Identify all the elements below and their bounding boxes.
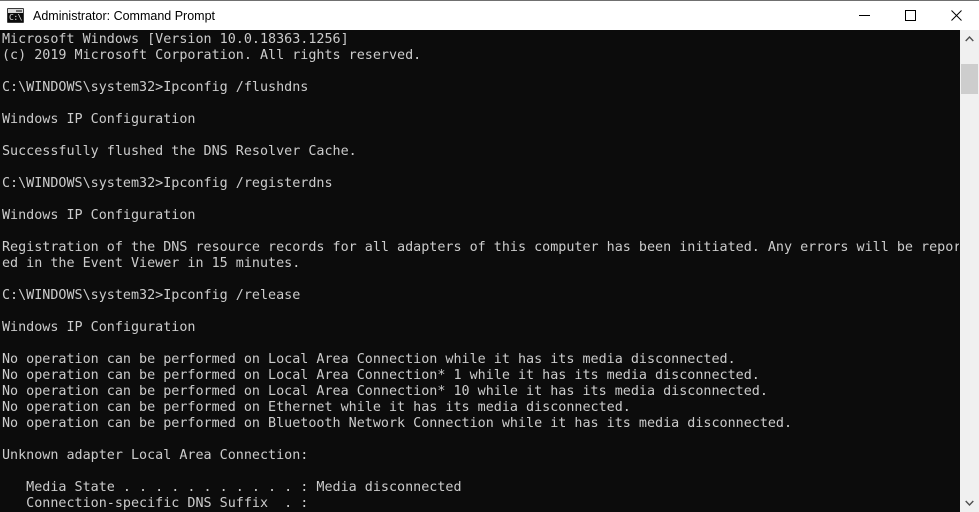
console-output-text: Microsoft Windows [Version 10.0.18363.12… — [2, 32, 959, 512]
cmd-console-icon: C:\. — [7, 8, 24, 23]
console-line: Media State . . . . . . . . . . . : Medi… — [2, 480, 462, 495]
command-prompt-window: C:\. Administrator: Command Prompt — [0, 0, 979, 512]
console-line: No operation can be performed on Etherne… — [2, 400, 631, 415]
minimize-button[interactable] — [841, 1, 887, 30]
minimize-icon — [858, 15, 870, 16]
console-line: C:\WINDOWS\system32>Ipconfig /release — [2, 288, 301, 303]
scrollbar-track[interactable] — [960, 48, 979, 494]
scrollbar-thumb[interactable] — [961, 64, 978, 94]
console-line: Connection-specific DNS Suffix . : — [2, 496, 309, 511]
scroll-up-button[interactable] — [960, 30, 979, 48]
chevron-up-icon — [965, 36, 974, 42]
console-line: Windows IP Configuration — [2, 208, 196, 223]
console-line: ed in the Event Viewer in 15 minutes. — [2, 256, 301, 271]
window-title: Administrator: Command Prompt — [33, 8, 216, 23]
console-line: No operation can be performed on Local A… — [2, 368, 760, 383]
icon-prompt-glyph: C:\. — [9, 13, 23, 22]
console-line: Microsoft Windows [Version 10.0.18363.12… — [2, 32, 349, 47]
console-line: C:\WINDOWS\system32>Ipconfig /flushdns — [2, 80, 309, 95]
close-button[interactable] — [933, 1, 979, 30]
vertical-scrollbar[interactable] — [959, 30, 979, 512]
title-bar-left: C:\. Administrator: Command Prompt — [0, 1, 841, 30]
console-line: No operation can be performed on Local A… — [2, 384, 768, 399]
maximize-button[interactable] — [887, 1, 933, 30]
console-line: Registration of the DNS resource records… — [2, 240, 959, 255]
console-line: No operation can be performed on Local A… — [2, 352, 736, 367]
console-output-region[interactable]: Microsoft Windows [Version 10.0.18363.12… — [0, 30, 959, 512]
maximize-icon — [904, 10, 916, 21]
console-line: Windows IP Configuration — [2, 112, 196, 127]
terminal-area: Microsoft Windows [Version 10.0.18363.12… — [0, 30, 979, 512]
chevron-down-icon — [965, 500, 974, 506]
close-icon — [950, 10, 962, 21]
scroll-down-button[interactable] — [960, 494, 979, 512]
window-controls — [841, 1, 979, 30]
console-line: Successfully flushed the DNS Resolver Ca… — [2, 144, 357, 159]
console-line: No operation can be performed on Bluetoo… — [2, 416, 793, 431]
console-line: C:\WINDOWS\system32>Ipconfig /registerdn… — [2, 176, 333, 191]
console-line: Unknown adapter Local Area Connection: — [2, 448, 309, 463]
console-line: (c) 2019 Microsoft Corporation. All righ… — [2, 48, 422, 63]
console-line: Windows IP Configuration — [2, 320, 196, 335]
title-bar[interactable]: C:\. Administrator: Command Prompt — [0, 1, 979, 30]
